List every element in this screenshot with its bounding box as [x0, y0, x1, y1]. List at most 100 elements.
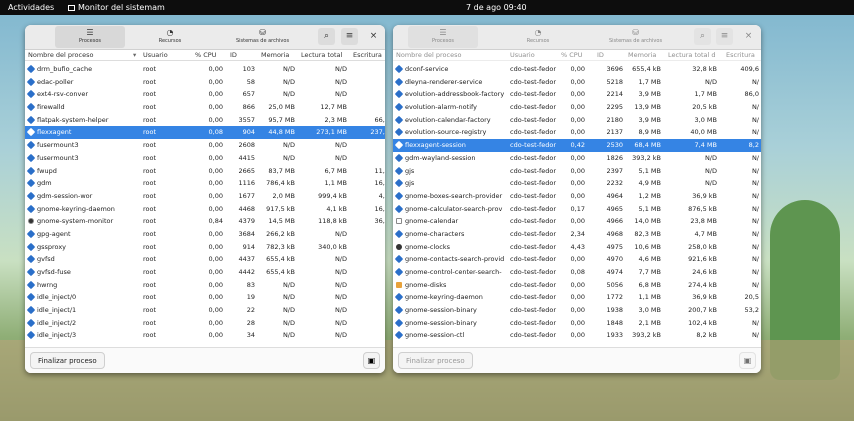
table-row[interactable]: firewalld root 0,00 866 25,0 MB 12,7 MB — [25, 101, 385, 114]
tab-processes[interactable]: ☰ Procesos — [408, 26, 478, 48]
table-row[interactable]: gdm root 0,00 1116 786,4 kB 1,1 MB 16,4 — [25, 177, 385, 190]
tab-label: Sistemas de archivos — [235, 38, 290, 44]
cell-name: gnome-keyring-daemon — [37, 204, 115, 213]
table-row[interactable]: idle_inject/1 root 0,00 22 N/D N/D — [25, 304, 385, 317]
search-button[interactable]: ⌕ — [318, 28, 335, 45]
table-row[interactable]: ext4-rsv-conver root 0,00 657 N/D N/D — [25, 88, 385, 101]
col-id[interactable]: ID — [230, 51, 237, 59]
table-row[interactable]: dconf-service cdo-test-fedor 0,00 3696 655,4… — [393, 63, 761, 76]
menu-icon: ≡ — [345, 31, 354, 41]
tab-processes[interactable]: ☰ Procesos — [55, 26, 125, 48]
table-row[interactable]: gnome-session-binary cdo-test-fedor 0,00 19… — [393, 304, 761, 317]
process-list[interactable]: dconf-service cdo-test-fedor 0,00 3696 655,4… — [393, 63, 761, 373]
table-row[interactable]: gnome-disks cdo-test-fedor 0,00 5056 6,8 MB 2… — [393, 279, 761, 292]
table-row[interactable]: evolution-addressbook-factory cdo-test-fe… — [393, 88, 761, 101]
col-cpu[interactable]: % CPU — [561, 51, 582, 59]
process-icon — [26, 280, 36, 289]
table-row[interactable]: flexxagent-session cdo-test-fedor 0,42 2530… — [393, 139, 761, 152]
cell-write: N/ — [751, 255, 759, 264]
table-row[interactable]: flexxagent root 0,08 904 44,8 MB 273,1 MB 237,… — [25, 126, 385, 140]
table-row[interactable]: gnome-system-monitor root 0,84 4379 14,5 MB 1… — [25, 215, 385, 228]
close-button[interactable]: × — [365, 28, 382, 45]
table-row[interactable]: hwrng root 0,00 83 N/D N/D — [25, 279, 385, 292]
table-row[interactable]: evolution-calendar-factory cdo-test-fedor… — [393, 114, 761, 127]
table-row[interactable]: fwupd root 0,00 2665 83,7 MB 6,7 MB 11,1 — [25, 165, 385, 178]
table-row[interactable]: idle_inject/0 root 0,00 19 N/D N/D — [25, 291, 385, 304]
table-row[interactable]: gdm-session-wor root 0,00 1677 2,0 MB 999,4 k… — [25, 190, 385, 203]
col-id[interactable]: ID — [597, 51, 604, 59]
app-menu[interactable]: Monitor del sistemam — [68, 0, 165, 15]
graph-button[interactable]: ▣ — [363, 352, 380, 369]
table-row[interactable]: gvfsd-fuse root 0,00 4442 655,4 kB N/D — [25, 266, 385, 279]
clock[interactable]: 7 de ago 09:40 — [466, 0, 527, 15]
cell-name: hwrng — [37, 280, 58, 289]
table-row[interactable]: gnome-session-ctl cdo-test-fedor 0,00 1933 3… — [393, 329, 761, 342]
col-cpu[interactable]: % CPU — [195, 51, 216, 59]
cell-cpu: 0,17 — [570, 204, 585, 213]
table-row[interactable]: evolution-alarm-notify cdo-test-fedor 0,00… — [393, 101, 761, 114]
cell-memory: 3,9 MB — [638, 90, 661, 99]
table-row[interactable]: gnome-boxes-search-provider cdo-test-fedo… — [393, 190, 761, 203]
graph-button[interactable]: ▣ — [739, 352, 756, 369]
table-row[interactable]: gnome-calendar cdo-test-fedor 0,00 4966 14,0… — [393, 215, 761, 228]
col-name[interactable]: Nombre del proceso — [396, 51, 461, 59]
end-process-button[interactable]: Finalizar proceso — [30, 352, 105, 369]
table-row[interactable]: gnome-keyring-daemon root 0,00 4468 917,5 kB… — [25, 203, 385, 216]
col-memory[interactable]: Memoria — [261, 51, 289, 59]
col-memory[interactable]: Memoria — [628, 51, 656, 59]
table-row[interactable]: gjs cdo-test-fedor 0,00 2397 5,1 MB N/D N/ — [393, 165, 761, 178]
table-row[interactable]: gnome-keyring-daemon cdo-test-fedor 0,00 17… — [393, 291, 761, 304]
col-read[interactable]: Lectura total d — [668, 51, 716, 59]
table-row[interactable]: dleyna-renderer-service cdo-test-fedor 0,0… — [393, 76, 761, 89]
cell-user: cdo-test-fedor — [510, 166, 557, 175]
col-name[interactable]: Nombre del proceso — [28, 51, 93, 59]
cell-user: cdo-test-fedor — [510, 153, 557, 162]
col-write[interactable]: Escritura — [353, 51, 382, 59]
process-icon — [26, 255, 36, 264]
table-row[interactable]: flatpak-system-helper root 0,00 3557 95,7 MB… — [25, 114, 385, 127]
table-row[interactable]: gdm-wayland-session cdo-test-fedor 0,00 182… — [393, 152, 761, 165]
tab-filesystems[interactable]: ⛁ Sistemas de archivos — [220, 26, 305, 48]
activities-button[interactable]: Actividades — [8, 0, 54, 15]
table-row[interactable]: gnome-control-center-search-cdo-test-fed… — [393, 266, 761, 279]
cell-write: N/ — [751, 191, 759, 200]
menu-button[interactable]: ≡ — [716, 28, 733, 45]
col-write[interactable]: Escritura — [726, 51, 755, 59]
table-row[interactable]: edac-poller root 0,00 58 N/D N/D — [25, 76, 385, 89]
cell-write: N/ — [751, 153, 759, 162]
table-row[interactable]: fusermount3 root 0,00 4415 N/D N/D — [25, 152, 385, 165]
table-row[interactable]: gjs cdo-test-fedor 0,00 2232 4,9 MB N/D N/ — [393, 177, 761, 190]
table-row[interactable]: gnome-calculator-search-prov cdo-test-fed… — [393, 203, 761, 216]
cell-read: 8,2 kB — [696, 331, 717, 340]
end-process-button[interactable]: Finalizar proceso — [398, 352, 473, 369]
table-row[interactable]: gnome-session-binary cdo-test-fedor 0,00 18… — [393, 317, 761, 330]
process-icon — [396, 218, 402, 225]
table-row[interactable]: gpg-agent root 0,00 3684 266,2 kB N/D — [25, 228, 385, 241]
menu-button[interactable]: ≡ — [341, 28, 358, 45]
cell-user: cdo-test-fedor — [510, 318, 557, 327]
close-button[interactable]: × — [740, 28, 757, 45]
cell-id: 1933 — [606, 331, 623, 340]
table-row[interactable]: gssproxy root 0,00 914 782,3 kB 340,0 kB — [25, 241, 385, 254]
col-user[interactable]: Usuario — [510, 51, 535, 59]
cell-memory: 14,5 MB — [268, 217, 295, 226]
table-row[interactable]: evolution-source-registry cdo-test-fedor 0… — [393, 126, 761, 139]
table-row[interactable]: idle_inject/3 root 0,00 34 N/D N/D — [25, 329, 385, 342]
table-row[interactable]: gnome-contacts-search-provid cdo-test-fed… — [393, 253, 761, 266]
cell-id: 3684 — [238, 229, 255, 238]
tab-filesystems[interactable]: ⛁ Sistemas de archivos — [593, 26, 678, 48]
col-read[interactable]: Lectura total — [301, 51, 342, 59]
table-row[interactable]: idle_inject/2 root 0,00 28 N/D N/D — [25, 317, 385, 330]
table-row[interactable]: drm_bufio_cache root 0,00 103 N/D N/D — [25, 63, 385, 76]
tab-resources[interactable]: ◔ Recursos — [498, 26, 578, 48]
cell-user: root — [143, 166, 157, 175]
search-button[interactable]: ⌕ — [694, 28, 711, 45]
table-row[interactable]: gvfsd root 0,00 4437 655,4 kB N/D — [25, 253, 385, 266]
cell-name: gvfsd-fuse — [37, 268, 71, 276]
col-user[interactable]: Usuario — [143, 51, 168, 59]
process-list[interactable]: drm_bufio_cache root 0,00 103 N/D N/D edac-pol… — [25, 63, 385, 373]
table-row[interactable]: gnome-characters cdo-test-fedor 2,34 4968 82… — [393, 228, 761, 241]
table-row[interactable]: fusermount3 root 0,00 2608 N/D N/D — [25, 139, 385, 152]
tab-resources[interactable]: ◔ Recursos — [130, 26, 210, 48]
table-row[interactable]: gnome-clocks cdo-test-fedor 4,43 4975 10,6 M… — [393, 241, 761, 254]
